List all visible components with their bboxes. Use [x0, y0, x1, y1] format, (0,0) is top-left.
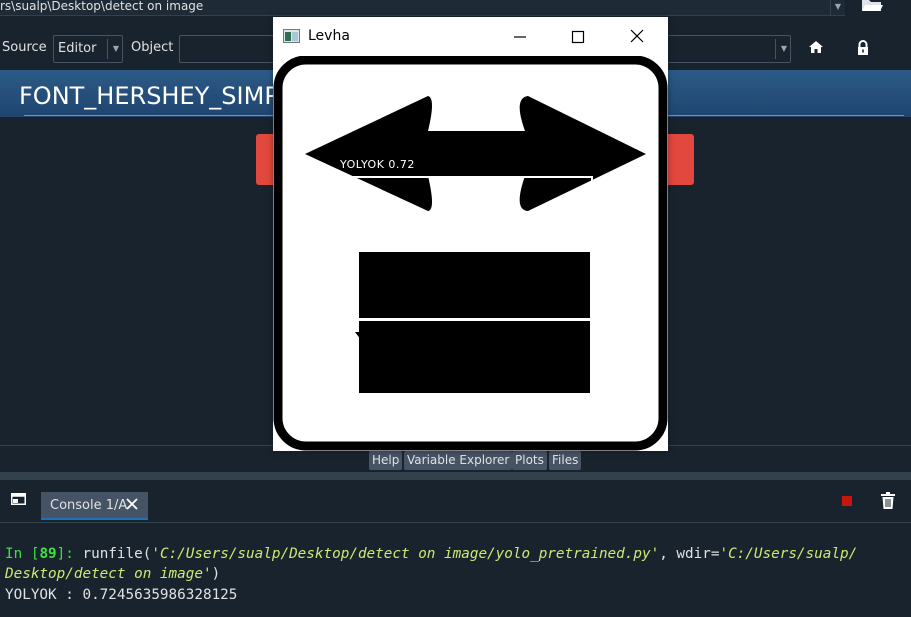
- source-select[interactable]: Editor ▼: [53, 35, 123, 63]
- detection-box-line: [591, 176, 593, 188]
- chevron-down-icon: ▼: [780, 44, 787, 53]
- console-output-line: YOLYOK : 0.7245635986328125: [5, 587, 238, 603]
- console-window-icon[interactable]: [11, 493, 26, 505]
- trash-icon[interactable]: [881, 492, 895, 509]
- pane-splitter[interactable]: [0, 472, 911, 480]
- folder-open-icon[interactable]: [861, 0, 883, 12]
- image-window[interactable]: Levha YOLYOK 0.72: [273, 17, 668, 451]
- image-window-title: Levha: [308, 28, 350, 44]
- chevron-down-icon: ▼: [112, 44, 119, 53]
- console-output[interactable]: In [89]: runfile('C:/Users/sualp/Desktop…: [0, 523, 911, 617]
- sign-rectangle-divider: [359, 318, 590, 321]
- detection-image: YOLYOK 0.72: [273, 56, 668, 451]
- path-bar: rs\sualp\Desktop\detect on image ▼: [0, 0, 911, 17]
- stop-icon[interactable]: [842, 496, 852, 506]
- object-label: Object: [131, 40, 174, 55]
- close-icon[interactable]: [630, 29, 644, 43]
- detection-box-line: [338, 176, 593, 178]
- tab-plots[interactable]: Plots: [512, 451, 547, 470]
- image-window-titlebar[interactable]: Levha: [273, 17, 668, 56]
- console-input-line-continued: Desktop/detect on image'): [5, 566, 221, 582]
- tab-variable-explorer[interactable]: Variable Explorer: [404, 451, 513, 470]
- app-icon: [283, 29, 300, 43]
- path-dropdown-arrow-icon[interactable]: ▼: [830, 0, 845, 15]
- help-title: FONT_HERSHEY_SIMP: [19, 82, 279, 110]
- tab-files[interactable]: Files: [549, 451, 582, 470]
- tab-console[interactable]: Console 1/A: [41, 492, 148, 520]
- source-label: Source: [2, 40, 47, 55]
- console-input-line: In [89]: runfile('C:/Users/sualp/Desktop…: [5, 546, 858, 562]
- minimize-icon[interactable]: [513, 30, 527, 44]
- lock-icon[interactable]: [856, 40, 870, 56]
- home-icon[interactable]: [808, 40, 824, 54]
- detection-label: YOLYOK 0.72: [339, 158, 415, 171]
- maximize-icon[interactable]: [571, 30, 585, 44]
- source-select-value: Editor: [58, 41, 97, 56]
- console-tab-label: Console 1/A: [50, 498, 128, 513]
- close-icon[interactable]: [126, 498, 138, 510]
- sign-rectangle: [359, 252, 590, 393]
- working-directory-field[interactable]: rs\sualp\Desktop\detect on image: [0, 0, 845, 16]
- tab-help[interactable]: Help: [369, 451, 403, 470]
